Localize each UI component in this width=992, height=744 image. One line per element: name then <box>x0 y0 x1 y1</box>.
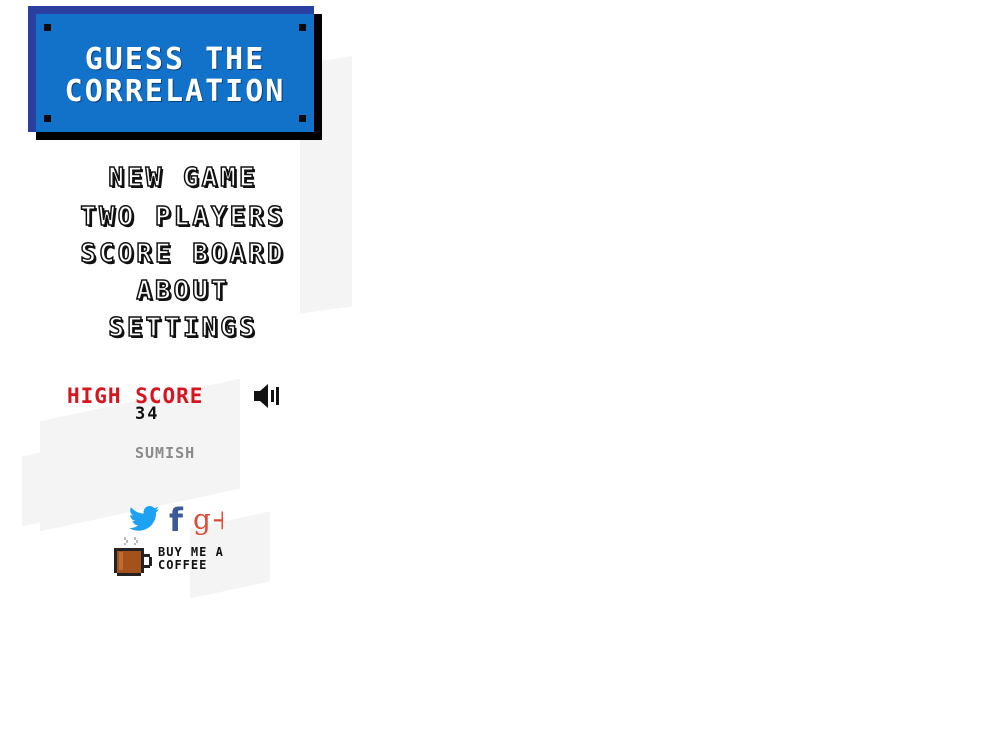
menu-about[interactable]: ABOUT <box>28 275 338 307</box>
twitter-icon[interactable] <box>128 505 161 533</box>
background-pixel-shape <box>22 443 82 527</box>
logo-panel: GUESS THE CORRELATION <box>36 14 314 132</box>
menu-new-game[interactable]: NEW GAME <box>28 162 338 194</box>
high-score-value: 34 <box>135 404 160 424</box>
logo-rivet <box>44 24 51 31</box>
google-glyph: g+ <box>193 503 223 535</box>
logo-title-line2: CORRELATION <box>64 74 286 109</box>
menu-settings[interactable]: SETTINGS <box>28 312 338 344</box>
buy-me-a-coffee-button[interactable]: BUY ME A COFFEE <box>112 536 238 578</box>
game-logo: GUESS THE CORRELATION <box>28 6 314 132</box>
logo-rivet <box>299 115 306 122</box>
coffee-label: BUY ME A COFFEE <box>158 546 224 572</box>
author-credit: SUMISH <box>135 444 196 462</box>
facebook-icon[interactable]: f <box>166 501 186 539</box>
menu-two-players[interactable]: TWO PLAYERS <box>28 201 338 233</box>
facebook-glyph: f <box>169 503 184 535</box>
google-plus-icon[interactable]: g+ <box>193 503 234 536</box>
logo-title-line1: GUESS THE <box>84 42 266 77</box>
coffee-cup-icon <box>114 537 152 576</box>
menu-score-board[interactable]: SCORE BOARD <box>28 238 338 270</box>
logo-rivet <box>44 115 51 122</box>
coffee-label-line2: COFFEE <box>158 558 208 572</box>
logo-rivet <box>299 24 306 31</box>
speaker-icon[interactable] <box>252 381 282 411</box>
